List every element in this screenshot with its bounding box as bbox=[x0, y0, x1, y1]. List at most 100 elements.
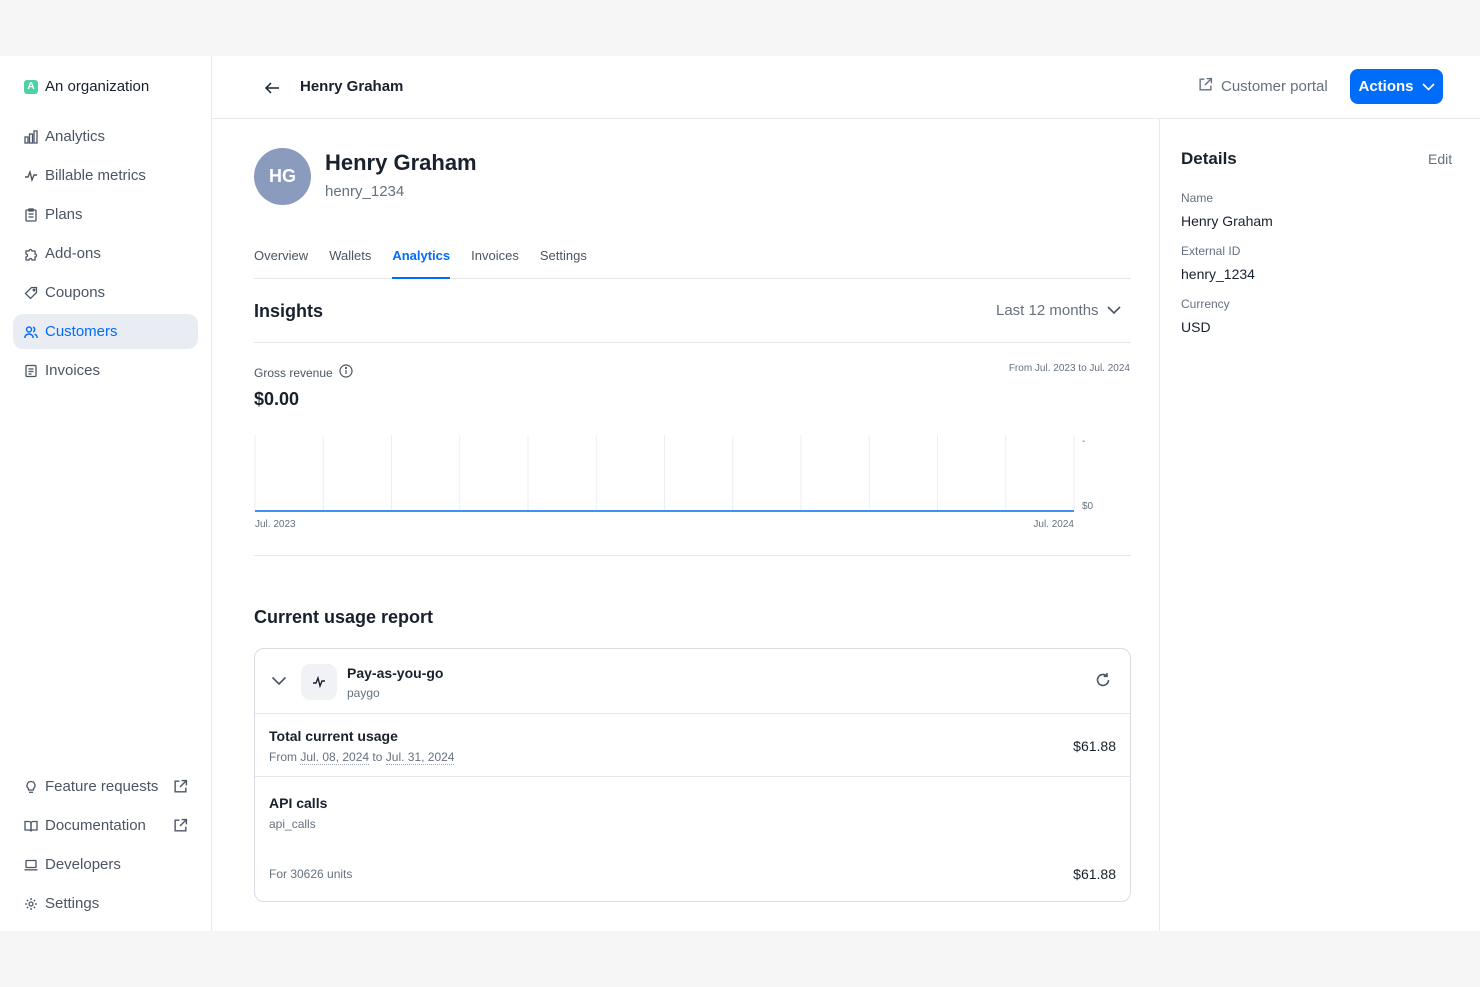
users-icon bbox=[24, 325, 38, 339]
avatar: HG bbox=[254, 148, 311, 205]
sidebar-item-coupons[interactable]: Coupons bbox=[13, 275, 198, 310]
currency-value: USD bbox=[1181, 319, 1211, 335]
details-title: Details bbox=[1181, 149, 1237, 168]
actions-label: Actions bbox=[1358, 78, 1414, 95]
external-link-icon bbox=[173, 779, 188, 794]
info-icon[interactable] bbox=[339, 364, 353, 381]
total-usage-row: Total current usage From Jul. 08, 2024 t… bbox=[255, 714, 1130, 777]
customer-external-id: henry_1234 bbox=[325, 183, 405, 200]
sidebar-item-feature-requests[interactable]: Feature requests bbox=[13, 769, 198, 804]
total-usage-label: Total current usage bbox=[269, 728, 398, 744]
tab-overview[interactable]: Overview bbox=[254, 245, 308, 279]
metric-name: API calls bbox=[269, 795, 328, 811]
pulse-icon bbox=[301, 664, 337, 700]
main-nav: Analytics Billable metrics Plans Add-ons… bbox=[13, 119, 198, 392]
customer-name: Henry Graham bbox=[325, 150, 477, 175]
sidebar-item-label: Customers bbox=[45, 323, 118, 340]
main-content: HG Henry Graham henry_1234 Overview Wall… bbox=[212, 119, 1159, 931]
plan-name: Pay-as-you-go bbox=[347, 665, 444, 681]
pulse-icon bbox=[24, 169, 38, 183]
sidebar-item-label: Documentation bbox=[45, 817, 146, 834]
tab-analytics[interactable]: Analytics bbox=[392, 245, 451, 279]
secondary-nav: Feature requests Documentation Developer… bbox=[13, 769, 198, 925]
total-usage-range: From Jul. 08, 2024 to Jul. 31, 2024 bbox=[269, 750, 455, 765]
gross-revenue-text: Gross revenue bbox=[254, 365, 333, 380]
sidebar-item-customers[interactable]: Customers bbox=[13, 314, 198, 349]
sidebar-item-label: Analytics bbox=[45, 128, 106, 145]
chevron-down-icon bbox=[1106, 302, 1121, 319]
usage-report-card: Pay-as-you-go paygo Total current usage … bbox=[254, 648, 1131, 902]
sidebar-item-add-ons[interactable]: Add-ons bbox=[13, 236, 198, 271]
org-logo-icon: A bbox=[24, 79, 38, 94]
sidebar-item-analytics[interactable]: Analytics bbox=[13, 119, 198, 154]
lightbulb-icon bbox=[24, 780, 38, 794]
time-range-value: Last 12 months bbox=[996, 302, 1099, 319]
external-id-label: External ID bbox=[1181, 244, 1241, 258]
plan-header: Pay-as-you-go paygo bbox=[255, 649, 1130, 714]
gear-icon bbox=[24, 897, 38, 911]
sidebar: A An organization Analytics Billable met… bbox=[0, 56, 212, 931]
document-icon bbox=[24, 364, 38, 378]
range-start-date: Jul. 08, 2024 bbox=[300, 750, 370, 765]
gross-revenue-label: Gross revenue bbox=[254, 364, 353, 381]
laptop-icon bbox=[24, 858, 38, 872]
name-value: Henry Graham bbox=[1181, 213, 1273, 229]
sidebar-item-label: Billable metrics bbox=[45, 167, 146, 184]
bar-chart-icon bbox=[24, 129, 38, 144]
gross-revenue-chart: Jul. 2023 Jul. 2024 - $0 bbox=[254, 435, 1094, 530]
sidebar-item-label: Feature requests bbox=[45, 778, 159, 795]
back-button[interactable] bbox=[262, 78, 282, 98]
total-usage-value: $61.88 bbox=[1073, 738, 1116, 754]
name-label: Name bbox=[1181, 191, 1214, 205]
page-header: Henry Graham Customer portal Actions bbox=[212, 56, 1480, 119]
sidebar-item-plans[interactable]: Plans bbox=[13, 197, 198, 232]
actions-button[interactable]: Actions bbox=[1350, 69, 1443, 104]
edit-details-button[interactable]: Edit bbox=[1428, 151, 1452, 167]
sidebar-item-billable-metrics[interactable]: Billable metrics bbox=[13, 158, 198, 193]
usage-report-title: Current usage report bbox=[254, 607, 434, 627]
arrow-left-icon bbox=[264, 82, 279, 94]
sidebar-item-label: Settings bbox=[45, 895, 100, 912]
sidebar-item-settings[interactable]: Settings bbox=[13, 886, 198, 921]
tab-settings[interactable]: Settings bbox=[540, 245, 587, 279]
tab-wallets[interactable]: Wallets bbox=[329, 245, 371, 279]
app-window: A An organization Analytics Billable met… bbox=[0, 56, 1480, 931]
external-link-icon bbox=[1198, 77, 1213, 96]
chevron-down-icon bbox=[1421, 78, 1435, 95]
sidebar-item-developers[interactable]: Developers bbox=[13, 847, 198, 882]
range-end-date: Jul. 31, 2024 bbox=[385, 750, 455, 765]
details-panel: Details Edit Name Henry Graham External … bbox=[1159, 119, 1480, 931]
y-tick-label: $0 bbox=[1082, 501, 1094, 512]
x-tick-label: Jul. 2024 bbox=[1033, 519, 1074, 530]
clipboard-icon bbox=[24, 207, 38, 222]
chevron-down-icon[interactable] bbox=[271, 673, 287, 689]
plan-code: paygo bbox=[347, 686, 380, 700]
org-name: An organization bbox=[45, 78, 150, 95]
sidebar-item-label: Invoices bbox=[45, 362, 101, 379]
x-tick-label: Jul. 2023 bbox=[255, 519, 296, 530]
time-range-select[interactable]: Last 12 months bbox=[996, 302, 1121, 319]
tag-icon bbox=[24, 286, 38, 300]
tab-invoices[interactable]: Invoices bbox=[471, 245, 519, 279]
metric-code: api_calls bbox=[269, 817, 316, 831]
metric-amount: $61.88 bbox=[1073, 866, 1116, 882]
sidebar-item-documentation[interactable]: Documentation bbox=[13, 808, 198, 843]
currency-label: Currency bbox=[1181, 297, 1230, 311]
divider bbox=[254, 342, 1131, 343]
customer-portal-label: Customer portal bbox=[1221, 78, 1328, 95]
sidebar-item-invoices[interactable]: Invoices bbox=[13, 353, 198, 388]
refresh-icon[interactable] bbox=[1095, 672, 1111, 691]
metric-units: For 30626 units bbox=[269, 867, 353, 881]
y-tick-label: - bbox=[1082, 436, 1085, 447]
customer-portal-link[interactable]: Customer portal bbox=[1198, 77, 1328, 96]
sidebar-item-label: Add-ons bbox=[45, 245, 101, 262]
sidebar-item-label: Plans bbox=[45, 206, 83, 223]
puzzle-icon bbox=[24, 247, 38, 261]
chart-period: From Jul. 2023 to Jul. 2024 bbox=[1008, 363, 1130, 374]
gross-revenue-value: $0.00 bbox=[254, 389, 300, 409]
divider bbox=[254, 555, 1131, 556]
sidebar-item-label: Coupons bbox=[45, 284, 106, 301]
tab-bar: Overview Wallets Analytics Invoices Sett… bbox=[254, 245, 1131, 279]
org-switcher[interactable]: A An organization bbox=[24, 78, 149, 95]
external-link-icon bbox=[173, 818, 188, 833]
